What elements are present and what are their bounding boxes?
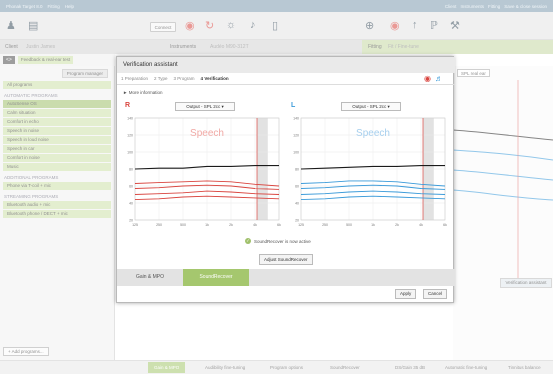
x-tick-label: 500 (346, 223, 352, 227)
chart-title: Speech (190, 128, 224, 139)
y-tick-label: 120 (293, 134, 299, 138)
y-tick-label: 40 (129, 202, 133, 206)
output-select-left-ear[interactable]: Output - SPL 2cc ▾ (341, 102, 401, 111)
check-icon: ✓ (245, 238, 251, 244)
x-tick-label: 6k (443, 223, 447, 227)
y-tick-label: 100 (293, 151, 299, 155)
right-ear-chart: 140 120 100 80 60 40 20125 250 500 1k 2k 4k 6k Speech (127, 117, 281, 228)
dialog-title: Verification assistant (117, 57, 455, 73)
wizard-steps: 1 Preparation 2 Type 3 Program 4 Verific… (117, 73, 455, 85)
left-ear-chart: 140 120 100 80 60 40 20125 250 500 1k 2k 4k 6k Speech (293, 117, 447, 228)
x-tick-label: 4k (419, 223, 423, 227)
y-tick-label: 80 (295, 168, 299, 172)
x-tick-label: 250 (156, 223, 162, 227)
adjust-soundrecover-button[interactable]: Adjust SoundRecover (259, 254, 313, 265)
apply-button[interactable]: Apply (395, 289, 417, 299)
y-tick-label: 120 (127, 134, 133, 138)
y-tick-label: 80 (129, 168, 133, 172)
y-tick-label: 40 (295, 202, 299, 206)
x-tick-label: 125 (298, 223, 304, 227)
right-ear-panel: R Output - SPL 2cc ▾ 140 120 100 80 60 40 20 12… (121, 102, 286, 232)
dialog-tab-gain-mpo[interactable]: Gain & MPO (117, 269, 183, 286)
y-tick-label: 60 (129, 185, 133, 189)
x-tick-label: 500 (180, 223, 186, 227)
step-verification[interactable]: 4 Verification (201, 76, 229, 81)
x-tick-label: 1k (205, 223, 209, 227)
y-tick-label: 100 (127, 151, 133, 155)
x-tick-label: 1k (371, 223, 375, 227)
dialog-tabs: Gain & MPO SoundRecover (117, 269, 455, 286)
status-message: ✓ SoundRecover is now active (245, 238, 311, 244)
y-tick-label: 20 (129, 219, 133, 223)
y-tick-label: 60 (295, 185, 299, 189)
ear-stimulus-icon[interactable]: ◉ (424, 74, 431, 83)
y-tick-label: 140 (127, 117, 133, 121)
x-tick-label: 4k (253, 223, 257, 227)
speaker-stimulus-icon[interactable]: ♬ (435, 74, 443, 83)
right-ear-indicator: R (125, 102, 131, 109)
left-ear-indicator: L (291, 102, 296, 109)
status-text: SoundRecover is now active (254, 238, 311, 244)
x-tick-label: 6k (277, 223, 281, 227)
more-information-link[interactable]: ► More information (123, 90, 162, 95)
left-ear-panel: L Output - SPL 2cc ▾ 140 120 100 80 60 40 20 12… (287, 102, 452, 232)
verification-dialog: Verification assistant 1 Preparation 2 T… (116, 56, 455, 303)
output-select-right-ear[interactable]: Output - SPL 2cc ▾ (175, 102, 235, 111)
x-tick-label: 2k (229, 223, 233, 227)
step-type[interactable]: 2 Type (154, 76, 167, 81)
step-program[interactable]: 3 Program (174, 76, 195, 81)
stimulus-icons: ◉ ♬ (424, 74, 455, 83)
x-tick-label: 125 (132, 223, 138, 227)
dialog-tab-soundrecover[interactable]: SoundRecover (183, 269, 249, 286)
x-tick-label: 250 (322, 223, 328, 227)
cancel-button[interactable]: Cancel (423, 289, 448, 299)
y-tick-label: 20 (295, 219, 299, 223)
step-preparation[interactable]: 1 Preparation (121, 76, 148, 81)
chart-title: Speech (356, 128, 390, 139)
x-tick-label: 2k (395, 223, 399, 227)
y-tick-label: 140 (293, 117, 299, 121)
